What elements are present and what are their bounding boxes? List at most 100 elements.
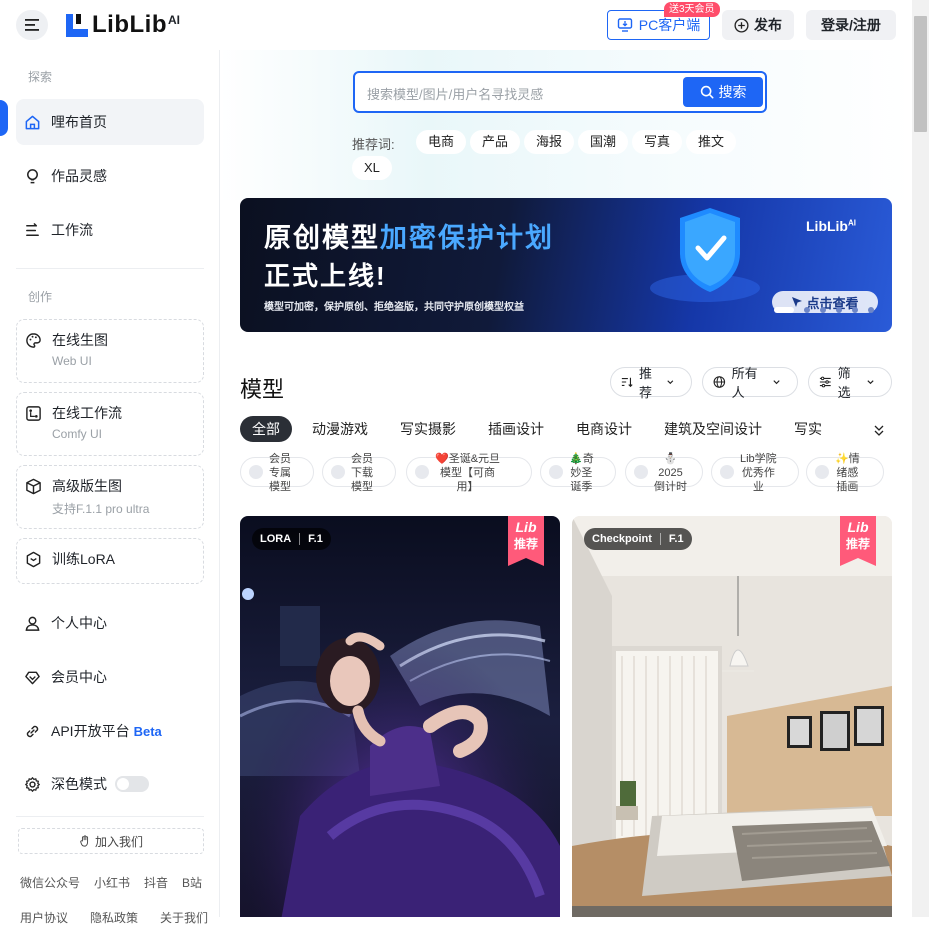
subtag-emotional-illustration[interactable]: ✨情 绪感 插画: [806, 453, 884, 493]
join-us-button[interactable]: 加入我们: [18, 828, 204, 854]
active-indicator: [0, 100, 8, 136]
logo-text: LibLib: [92, 11, 167, 38]
search-input[interactable]: 搜索模型/图片/用户名寻找灵感: [367, 84, 543, 103]
sidebar-item-inspiration[interactable]: 作品灵感: [16, 153, 204, 199]
carousel-dot[interactable]: [804, 307, 810, 313]
carousel-dot[interactable]: [774, 307, 794, 313]
subtag-label: 会员 下载 模型: [351, 453, 373, 493]
sidebar-item-member[interactable]: 会员中心: [16, 654, 204, 700]
scrollbar-thumb[interactable]: [914, 16, 927, 132]
tab-anime[interactable]: 动漫游戏: [312, 416, 368, 442]
tab-all[interactable]: 全部: [240, 416, 292, 442]
sort-label: 推荐: [639, 366, 653, 400]
sidebar-item-home[interactable]: 哩布首页: [16, 99, 204, 145]
rec-chip[interactable]: 电商: [416, 130, 467, 154]
model-card[interactable]: LORA F.1 Lib 推荐: [240, 516, 560, 917]
subtag-label: Lib学院 优秀作 业: [740, 453, 777, 493]
sidebar-item-api[interactable]: API开放平台 Beta: [16, 708, 204, 754]
footer-link-xiaohongshu[interactable]: 小红书: [94, 874, 130, 891]
sort-dropdown[interactable]: 推荐: [610, 366, 692, 400]
footer-link-wechat[interactable]: 微信公众号: [20, 874, 80, 891]
tab-photo[interactable]: 写实摄影: [400, 416, 456, 442]
sidebar-item-label: 会员中心: [51, 669, 107, 685]
carousel-dot[interactable]: [868, 307, 874, 313]
subtag-label: ✨情 绪感 插画: [835, 453, 860, 493]
workflow-icon: [26, 222, 39, 236]
rec-chip[interactable]: 推文: [686, 130, 737, 154]
sidebar-item-personal[interactable]: 个人中心: [16, 600, 204, 646]
node-grid-icon: [26, 405, 41, 421]
rec-chip[interactable]: 海报: [524, 130, 575, 154]
filter-dropdown[interactable]: 筛选: [808, 366, 892, 400]
ribbon-brand: Lib: [515, 519, 537, 535]
banner-headline-a: 原创模型: [264, 223, 380, 253]
carousel-dot[interactable]: [836, 307, 842, 313]
login-button[interactable]: 登录/注册: [806, 10, 896, 40]
model-preview-image: [572, 516, 892, 917]
menu-icon: [25, 19, 39, 31]
card-train-lora[interactable]: 训练LoRA: [16, 538, 204, 584]
banner-headline-b: 加密保护计划: [380, 223, 554, 253]
carousel-dot[interactable]: [820, 307, 826, 313]
search-button[interactable]: 搜索: [683, 77, 763, 107]
model-preview-image: [240, 516, 560, 917]
card-title: 高级版生图: [52, 478, 122, 494]
sidebar-item-label: 哩布首页: [51, 114, 107, 130]
footer-link-terms[interactable]: 用户协议: [20, 909, 68, 926]
publish-button[interactable]: 发布: [722, 10, 794, 40]
promo-banner[interactable]: 原创模型加密保护计划 正式上线! 模型可加密，保护原创、拒绝盗版，共同守护原创模…: [240, 198, 892, 332]
hexagon-icon: [26, 551, 41, 567]
subtag-member-exclusive[interactable]: 会员 专属 模型: [240, 453, 314, 493]
card-advanced-generate[interactable]: 高级版生图 支持F.1.1 pro ultra: [16, 465, 204, 529]
tag-icon: [634, 465, 648, 479]
carousel-dot[interactable]: [852, 307, 858, 313]
sidebar-item-label: 工作流: [51, 222, 93, 238]
dark-mode-toggle[interactable]: [115, 776, 149, 792]
card-title: 训练LoRA: [52, 551, 116, 567]
footer-link-bilibili[interactable]: B站: [182, 874, 202, 891]
search-box[interactable]: 搜索模型/图片/用户名寻找灵感 搜索: [353, 71, 767, 113]
tab-ecommerce[interactable]: 电商设计: [576, 416, 632, 442]
rec-chip[interactable]: XL: [352, 156, 392, 180]
subtag-christmas-season[interactable]: 🎄奇 妙圣 诞季: [540, 453, 616, 493]
scrollbar[interactable]: [912, 0, 929, 917]
sidebar-item-dark-mode[interactable]: 深色模式: [16, 761, 204, 807]
card-online-generate[interactable]: 在线生图 Web UI: [16, 319, 204, 383]
sidebar-item-label: 个人中心: [51, 615, 107, 631]
rec-chip[interactable]: 产品: [470, 130, 521, 154]
logo[interactable]: LibLib AI: [64, 11, 180, 39]
model-card[interactable]: Checkpoint F.1 Lib 推荐: [572, 516, 892, 917]
top-bar: LibLib AI PC客户端 送3天会员 发布 登录/注册: [0, 0, 912, 50]
footer-link-privacy[interactable]: 隐私政策: [90, 909, 138, 926]
tab-architecture[interactable]: 建筑及空间设计: [664, 416, 762, 442]
tab-illustration[interactable]: 插画设计: [488, 416, 544, 442]
publish-label: 发布: [754, 17, 782, 33]
model-version: F.1: [668, 533, 684, 545]
footer-link-douyin[interactable]: 抖音: [144, 874, 168, 891]
recommend-label: 推荐词:: [352, 137, 395, 152]
tab-realistic[interactable]: 写实: [794, 416, 822, 442]
beta-badge: Beta: [133, 723, 162, 739]
chevron-down-icon: [667, 380, 674, 385]
sidebar-item-label: 深色模式: [51, 776, 107, 792]
models-section-title: 模型: [240, 377, 285, 402]
subtag-christmas-models[interactable]: ❤️圣诞&元旦 模型【可商 用】: [406, 453, 532, 493]
model-version: F.1: [308, 533, 323, 545]
chevron-down-icon: [867, 380, 874, 385]
hand-icon: [80, 835, 89, 847]
subtag-label: 🎄奇 妙圣 诞季: [569, 453, 594, 493]
sidebar-item-workflow[interactable]: 工作流: [16, 207, 204, 253]
owner-label: 所有人: [731, 366, 758, 400]
menu-button[interactable]: [16, 10, 48, 40]
expand-tabs-icon[interactable]: [872, 423, 886, 437]
subtag-lib-academy[interactable]: Lib学院 优秀作 业: [711, 453, 799, 493]
rec-chip[interactable]: 国潮: [578, 130, 629, 154]
card-subtitle: Comfy UI: [52, 427, 103, 441]
footer-link-about[interactable]: 关于我们: [160, 909, 208, 926]
subtag-countdown[interactable]: ⛄ 2025 倒计时: [625, 453, 703, 493]
subtag-member-download[interactable]: 会员 下载 模型: [322, 453, 396, 493]
card-online-workflow[interactable]: 在线工作流 Comfy UI: [16, 392, 204, 456]
carousel-dots[interactable]: [774, 307, 874, 313]
rec-chip[interactable]: 写真: [632, 130, 683, 154]
owner-dropdown[interactable]: 所有人: [702, 366, 798, 400]
